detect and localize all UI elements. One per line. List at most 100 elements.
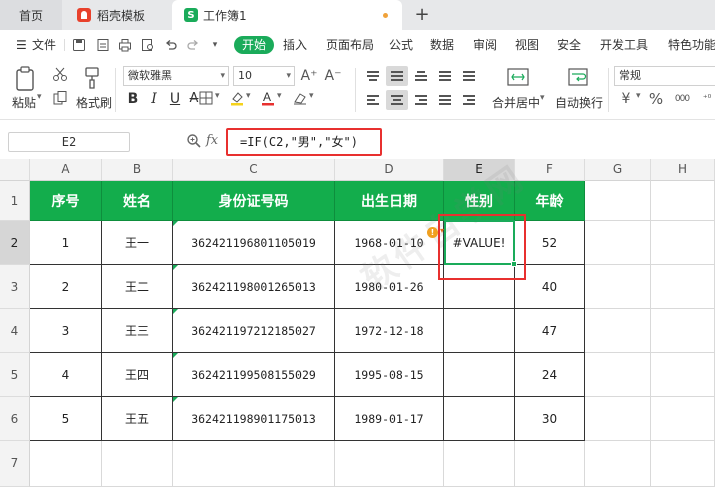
distributed-align-button[interactable] [458, 66, 480, 86]
paste-chevron-down-icon[interactable]: ▾ [37, 92, 42, 102]
align-center-button[interactable] [386, 90, 408, 110]
column-header-b[interactable]: B [102, 159, 173, 181]
menu-view[interactable]: 视图 [515, 30, 539, 60]
underline-button[interactable]: U [165, 90, 185, 108]
cell-empty[interactable] [651, 353, 715, 397]
column-header-a[interactable]: A [30, 159, 102, 181]
save-icon[interactable] [72, 38, 86, 52]
thousands-separator-icon[interactable]: 000 [672, 90, 692, 108]
copy-icon[interactable] [52, 90, 68, 106]
cell-birth[interactable]: 1989-01-17 [335, 397, 444, 441]
borders-chevron-down-icon[interactable]: ▾ [215, 91, 220, 101]
row-header-4[interactable]: 4 [0, 309, 30, 353]
cell-birth[interactable]: 1972-12-18 [335, 309, 444, 353]
column-header-g[interactable]: G [585, 159, 651, 181]
cell-gender[interactable] [444, 309, 515, 353]
menu-data[interactable]: 数据 [430, 30, 454, 60]
tab-workbook[interactable]: S 工作簿1 [172, 0, 402, 30]
cell-empty[interactable] [585, 309, 651, 353]
font-color-chevron-down-icon[interactable]: ▾ [277, 91, 282, 101]
cell-empty[interactable] [30, 441, 102, 487]
format-painter-label[interactable]: 格式刷 [76, 94, 112, 111]
cell-seq[interactable]: 2 [30, 265, 102, 309]
cell-name[interactable]: 王二 [102, 265, 173, 309]
cell-seq[interactable]: 3 [30, 309, 102, 353]
cell-seq[interactable]: 4 [30, 353, 102, 397]
cell-seq[interactable]: 1 [30, 221, 102, 265]
print-icon[interactable] [118, 38, 132, 52]
cell-birth[interactable]: 1995-08-15 [335, 353, 444, 397]
borders-icon[interactable] [198, 90, 214, 106]
number-format-select[interactable]: 常规 [614, 66, 715, 86]
chevron-down-icon[interactable]: ▾ [208, 38, 222, 52]
fill-color-chevron-down-icon[interactable]: ▾ [246, 91, 251, 101]
menu-developer-tools[interactable]: 开发工具 [600, 30, 648, 60]
menu-page-layout[interactable]: 页面布局 [326, 30, 374, 60]
row-header-6[interactable]: 6 [0, 397, 30, 441]
column-header-c[interactable]: C [173, 159, 335, 181]
font-color-icon[interactable]: A [260, 89, 276, 107]
align-left-button[interactable] [362, 90, 384, 110]
menu-review[interactable]: 审阅 [473, 30, 497, 60]
cell-age[interactable]: 24 [515, 353, 585, 397]
hamburger-icon[interactable]: ☰ [16, 30, 27, 60]
row-header-3[interactable]: 3 [0, 265, 30, 309]
menu-insert[interactable]: 插入 [283, 30, 307, 60]
cell-empty[interactable] [651, 221, 715, 265]
paste-icon[interactable] [14, 66, 38, 92]
zoom-icon[interactable] [186, 133, 202, 149]
header-cell-id[interactable]: 身份证号码 [173, 181, 335, 221]
fill-color-icon[interactable] [229, 90, 245, 106]
export-pdf-icon[interactable] [96, 38, 110, 52]
italic-button[interactable]: I [144, 90, 164, 108]
menu-special-features[interactable]: 特色功能 [668, 30, 715, 60]
merge-chevron-down-icon[interactable]: ▾ [540, 93, 545, 103]
merge-center-icon[interactable] [506, 66, 530, 88]
tab-docer-templates[interactable]: 稻壳模板 [63, 0, 171, 30]
clear-format-chevron-down-icon[interactable]: ▾ [309, 91, 314, 101]
cell-seq[interactable]: 5 [30, 397, 102, 441]
cell-g1[interactable] [585, 181, 651, 221]
currency-icon[interactable]: ¥ [616, 90, 636, 108]
redo-icon[interactable] [186, 38, 200, 52]
cell-empty[interactable] [335, 441, 444, 487]
cell-name[interactable]: 王五 [102, 397, 173, 441]
row-header-2[interactable]: 2 [0, 221, 30, 265]
increase-decimal-icon[interactable]: ⁺⁰ [697, 90, 715, 108]
top-align-button[interactable] [434, 66, 456, 86]
wrap-text-icon[interactable] [566, 66, 590, 88]
align-top-button[interactable] [362, 66, 384, 86]
cell-empty[interactable] [651, 441, 715, 487]
header-cell-seq[interactable]: 序号 [30, 181, 102, 221]
formula-input[interactable]: =IF(C2,"男","女") [240, 133, 358, 150]
merge-center-label[interactable]: 合并居中 [492, 94, 540, 111]
cut-icon[interactable] [52, 66, 68, 82]
cell-empty[interactable] [585, 265, 651, 309]
row-header-5[interactable]: 5 [0, 353, 30, 397]
cell-empty[interactable] [651, 309, 715, 353]
new-tab-button[interactable]: + [412, 4, 432, 26]
cell-id[interactable]: 362421198001265013 [173, 265, 335, 309]
column-header-h[interactable]: H [651, 159, 715, 181]
menu-start[interactable]: 开始 [234, 36, 275, 54]
warning-icon[interactable]: ! [427, 227, 438, 238]
percent-icon[interactable]: % [646, 90, 666, 108]
align-bottom-button[interactable] [410, 66, 432, 86]
fx-icon[interactable]: fx [206, 133, 218, 148]
cell-id[interactable]: 362421198901175013 [173, 397, 335, 441]
wrap-text-label[interactable]: 自动换行 [555, 94, 603, 111]
name-box[interactable]: E2 [8, 132, 130, 152]
column-header-d[interactable]: D [335, 159, 444, 181]
cell-name[interactable]: 王三 [102, 309, 173, 353]
cell-id[interactable]: 362421199508155029 [173, 353, 335, 397]
cell-empty[interactable] [173, 441, 335, 487]
currency-chevron-down-icon[interactable]: ▾ [636, 91, 641, 101]
select-all-corner[interactable] [0, 159, 30, 181]
align-middle-button[interactable] [386, 66, 408, 86]
menu-formulas[interactable]: 公式 [389, 30, 413, 60]
indent-button[interactable] [458, 90, 480, 110]
cell-age[interactable]: 30 [515, 397, 585, 441]
grow-font-icon[interactable]: A⁺ [299, 67, 319, 85]
cell-h1[interactable] [651, 181, 715, 221]
row-header-7[interactable]: 7 [0, 441, 30, 487]
